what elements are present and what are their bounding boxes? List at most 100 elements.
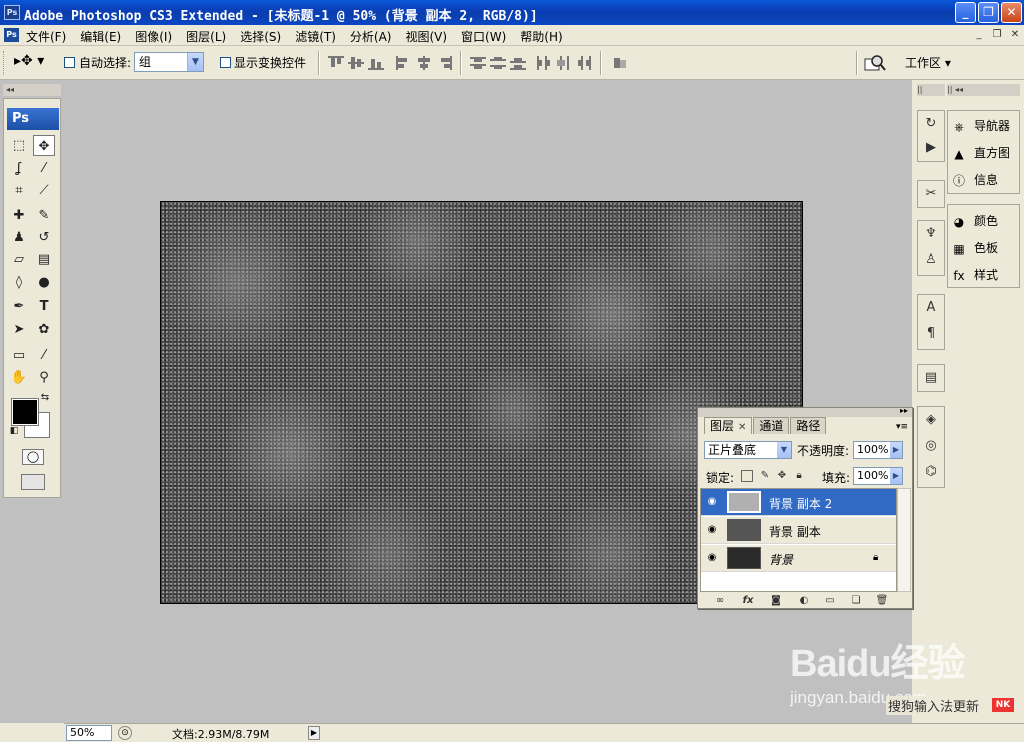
tab-channels[interactable]: 通道 (753, 417, 790, 434)
marquee-tool-icon[interactable]: ⬚ (8, 135, 30, 156)
document-icon[interactable]: Ps (4, 28, 19, 42)
opacity-field[interactable]: 100% ▶ (853, 441, 903, 459)
menu-filter[interactable]: 滤镜(T) (295, 28, 336, 45)
delete-layer-icon[interactable]: 🗑︎ (874, 594, 890, 607)
options-grip[interactable] (3, 51, 7, 75)
menu-select[interactable]: 选择(S) (240, 28, 281, 45)
distribute-left-icon[interactable] (536, 56, 552, 70)
slice-tool-icon[interactable]: ⟋ (33, 180, 55, 201)
layer-row[interactable]: ◉ 背景 副本 2 (701, 489, 896, 516)
swap-colors-icon[interactable]: ⇆ (38, 391, 52, 405)
distribute-vcenter-icon[interactable] (490, 56, 506, 70)
align-right-icon[interactable] (436, 56, 452, 70)
healing-brush-tool-icon[interactable]: ✚ (8, 205, 30, 226)
history-brush-tool-icon[interactable]: ↺ (33, 227, 55, 248)
move-tool-icon[interactable]: ✥ (33, 135, 55, 156)
custom-shape-tool-icon[interactable]: ✿ (33, 319, 55, 340)
status-menu-arrow-icon[interactable]: ▶ (308, 726, 320, 740)
actions-icon[interactable]: ▶ (921, 138, 941, 158)
screen-mode-icon[interactable] (21, 474, 45, 490)
ime-toolbar-text[interactable]: 搜狗输入法更新 (886, 696, 982, 715)
clone-stamp-tool-icon[interactable]: ♟ (8, 227, 30, 248)
menu-image[interactable]: 图像(I) (135, 28, 172, 45)
menu-help[interactable]: 帮助(H) (520, 28, 562, 45)
layers-panel-header[interactable]: ▸▸ (698, 406, 912, 417)
eye-icon[interactable]: ◉ (705, 552, 719, 564)
minimize-button[interactable]: _ (955, 2, 976, 23)
path-selection-tool-icon[interactable]: ➤ (8, 319, 30, 340)
layers-icon[interactable]: ◈ (921, 410, 941, 430)
chevron-right-icon[interactable]: ▶ (890, 468, 902, 484)
notes-tool-icon[interactable]: ▭ (8, 345, 30, 366)
lock-transparent-icon[interactable] (741, 470, 753, 482)
distribute-top-icon[interactable] (470, 56, 486, 70)
version-cue-icon[interactable]: ⊙ (118, 726, 132, 740)
named-dock-header[interactable]: || ◂◂ (947, 84, 1020, 96)
show-transform-checkbox[interactable] (220, 57, 231, 68)
chevron-right-icon[interactable]: ▶ (890, 442, 902, 458)
info-item[interactable]: ⓘ 信息 (950, 170, 1020, 190)
pen-tool-icon[interactable]: ✒ (8, 296, 30, 317)
distribute-bottom-icon[interactable] (510, 56, 526, 70)
color-item[interactable]: ◕ 颜色 (950, 211, 1020, 231)
paths-icon[interactable]: ⌬ (921, 462, 941, 482)
layer-style-icon[interactable]: fx (740, 594, 756, 607)
eye-icon[interactable]: ◉ (705, 524, 719, 536)
tab-layers[interactable]: 图层 ✕ (704, 417, 753, 434)
doc-close-button[interactable]: ✕ (1008, 28, 1022, 41)
swatches-item[interactable]: ▦ 色板 (950, 238, 1020, 258)
tab-paths[interactable]: 路径 (790, 417, 827, 434)
toolbox-header[interactable]: ◂◂ (3, 84, 61, 96)
panel-menu-icon[interactable]: ▾≡ (896, 422, 908, 432)
clone-source-icon[interactable]: ♙ (921, 250, 941, 270)
brushes-icon[interactable]: ♆ (921, 224, 941, 244)
menu-window[interactable]: 窗口(W) (461, 28, 506, 45)
crop-tool-icon[interactable]: ⌗ (8, 180, 30, 201)
eraser-tool-icon[interactable]: ▱ (8, 249, 30, 270)
adjustment-layer-icon[interactable]: ◐ (796, 594, 812, 607)
blend-mode-dropdown[interactable]: 正片叠底 ▼ (704, 441, 792, 459)
maximize-button[interactable]: ❐ (978, 2, 999, 23)
auto-align-layers-icon[interactable] (612, 56, 628, 70)
navigator-item[interactable]: ⎈ 导航器 (950, 116, 1020, 136)
magic-wand-tool-icon[interactable]: ⁄ (33, 158, 55, 179)
menu-view[interactable]: 视图(V) (405, 28, 447, 45)
browse-icon[interactable] (864, 54, 886, 72)
new-layer-icon[interactable]: ❏ (848, 594, 864, 607)
quick-mask-icon[interactable]: ◯ (22, 449, 44, 465)
zoom-field[interactable]: 50% (66, 725, 112, 741)
auto-select-dropdown[interactable]: 组 ▼ (134, 52, 204, 72)
dodge-tool-icon[interactable]: ● (33, 272, 55, 293)
paragraph-icon[interactable]: ¶ (921, 324, 941, 344)
link-layers-icon[interactable]: ∞ (712, 594, 728, 607)
close-button[interactable]: ✕ (1001, 2, 1022, 23)
styles-item[interactable]: fx 样式 (950, 265, 1020, 285)
distribute-hcenter-icon[interactable] (556, 56, 572, 70)
distribute-right-icon[interactable] (576, 56, 592, 70)
align-vcenter-icon[interactable] (348, 56, 364, 70)
type-tool-icon[interactable]: T (33, 296, 55, 317)
tool-presets-icon[interactable]: ✂ (921, 184, 941, 204)
default-colors-icon[interactable]: ◧ (8, 425, 20, 437)
blur-tool-icon[interactable]: ◊ (8, 272, 30, 293)
zoom-tool-icon[interactable]: ⚲ (33, 367, 55, 388)
channels-icon[interactable]: ◎ (921, 436, 941, 456)
doc-minimize-button[interactable]: _ (972, 28, 986, 41)
lock-all-icon[interactable]: 🔒︎ (793, 470, 805, 482)
eyedropper-tool-icon[interactable]: ⁄ (33, 345, 55, 366)
doc-restore-button[interactable]: ❐ (990, 28, 1004, 41)
photoshop-app-icon[interactable]: Ps (4, 5, 20, 20)
workspace-button[interactable]: 工作区 ▾ (905, 54, 951, 71)
foreground-color-swatch[interactable] (11, 398, 39, 426)
close-icon[interactable]: ✕ (738, 422, 746, 433)
histogram-item[interactable]: ▲ 直方图 (950, 143, 1020, 163)
hand-tool-icon[interactable]: ✋ (8, 367, 30, 388)
menu-layer[interactable]: 图层(L) (186, 28, 226, 45)
layer-row[interactable]: ◉ 背景 副本 (701, 517, 896, 544)
menu-analysis[interactable]: 分析(A) (350, 28, 392, 45)
lock-image-icon[interactable]: ✎ (759, 470, 771, 482)
history-icon[interactable]: ↻ (921, 114, 941, 134)
add-mask-icon[interactable]: ◙ (768, 594, 784, 607)
icon-dock-header[interactable]: || (917, 84, 945, 96)
new-group-icon[interactable]: ▭ (822, 594, 838, 607)
